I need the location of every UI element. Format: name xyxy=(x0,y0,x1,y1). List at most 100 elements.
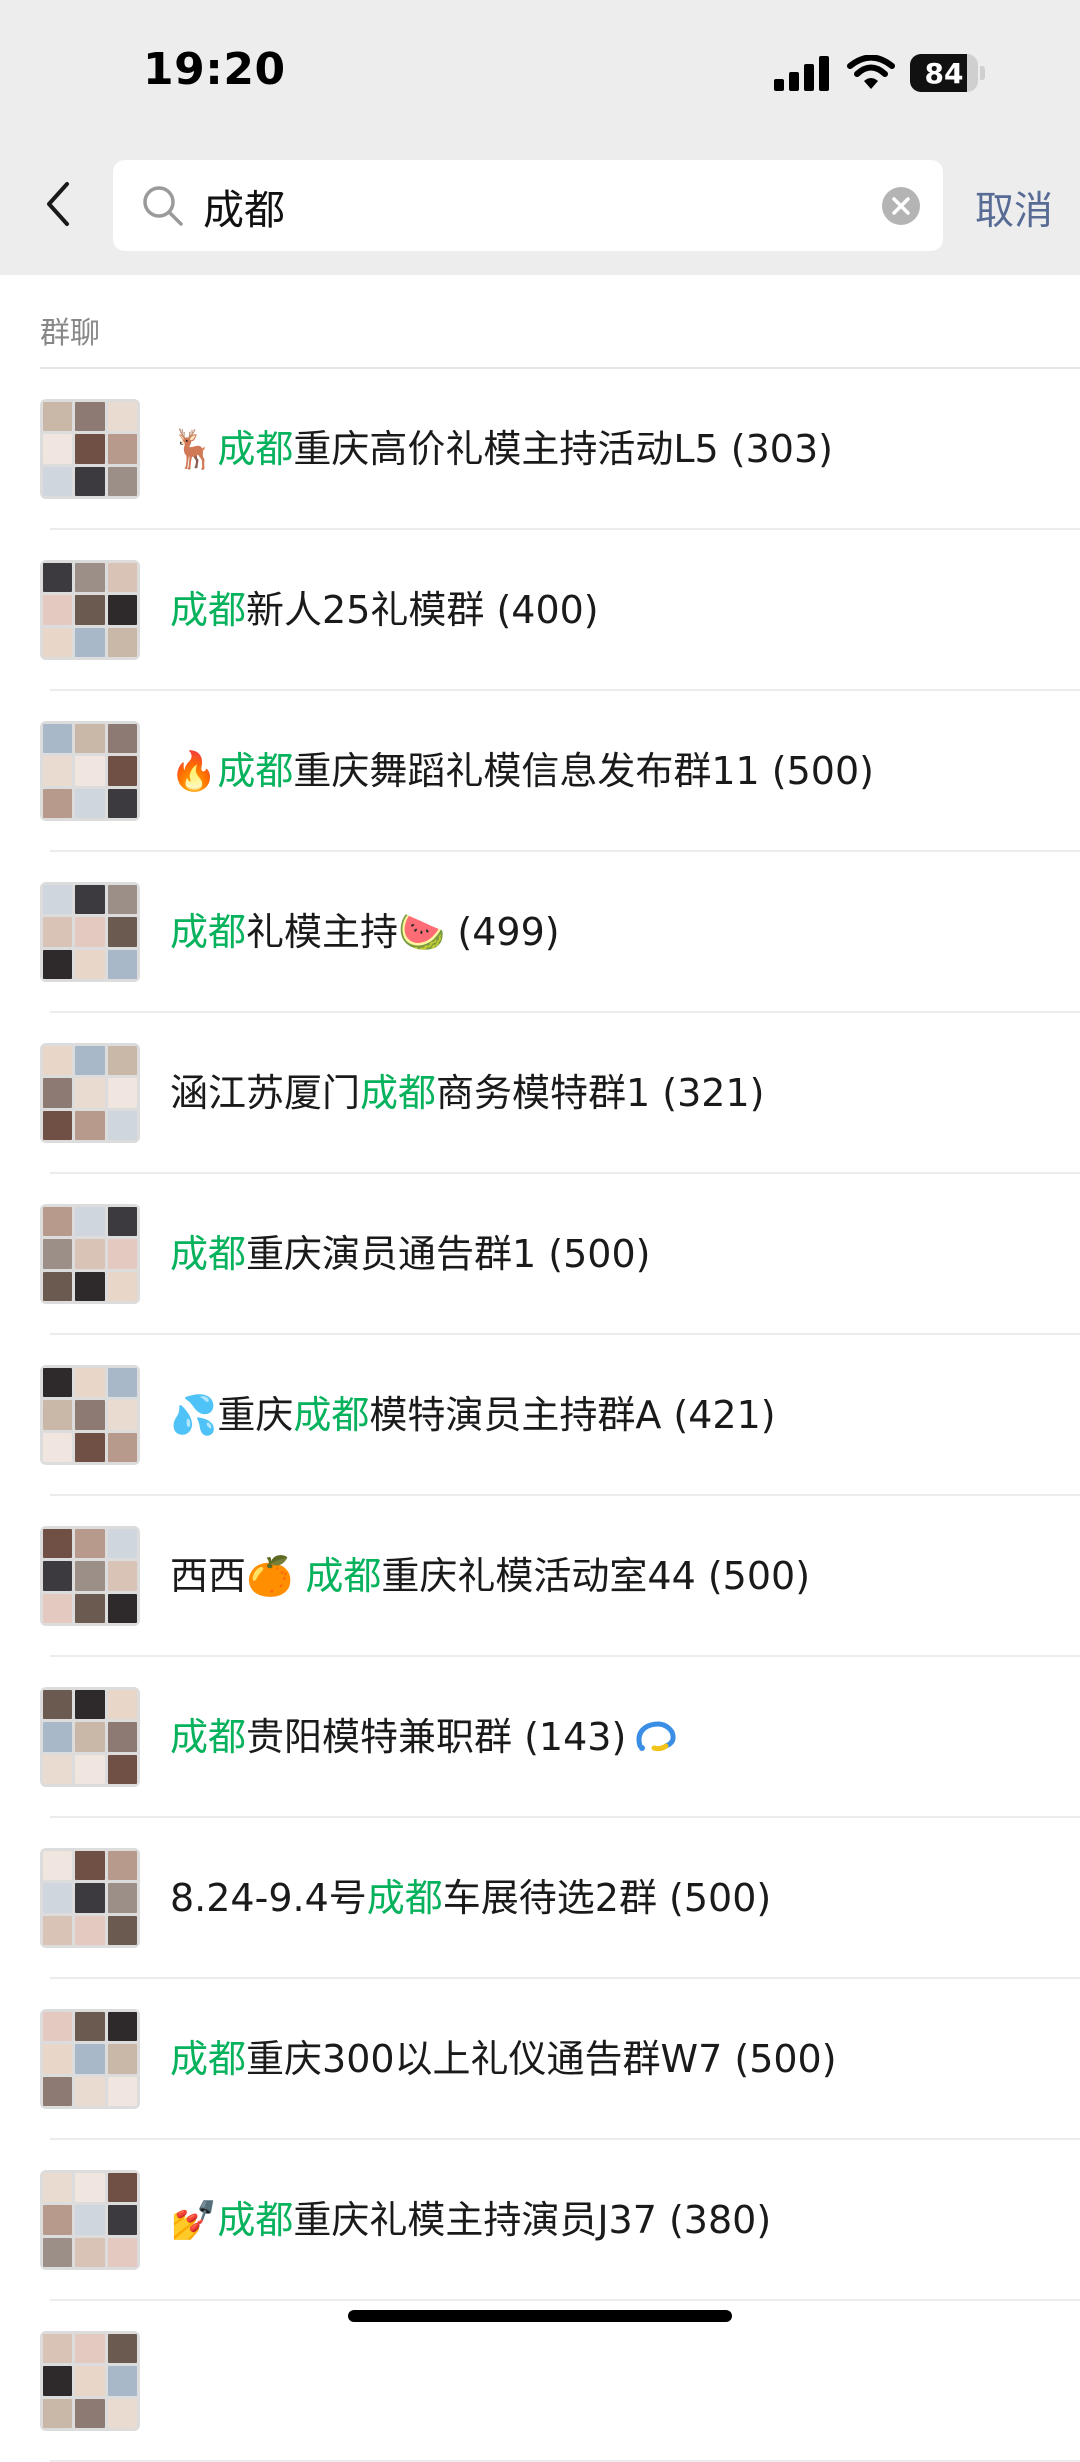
group-row[interactable]: 🦌成都重庆高价礼模主持活动L5 (303) xyxy=(0,369,1080,530)
group-title-suffix: 礼模主持🍉 (499) xyxy=(246,910,560,954)
avatar-tile xyxy=(75,1078,105,1108)
group-row[interactable]: 成都重庆演员通告群1 (500) xyxy=(0,1174,1080,1335)
avatar-tile xyxy=(107,2334,137,2364)
avatar-tile xyxy=(75,1207,105,1237)
avatar-tile xyxy=(107,1078,137,1108)
group-row[interactable]: 成都贵阳模特兼职群 (143) xyxy=(0,1657,1080,1818)
home-indicator[interactable] xyxy=(348,2310,732,2322)
avatar-tile xyxy=(107,917,137,947)
group-title: 成都新人25礼模群 (400) xyxy=(170,530,599,691)
avatar-tile xyxy=(75,756,105,786)
avatar-tile xyxy=(43,1883,73,1913)
avatar-tile xyxy=(43,1754,73,1784)
avatar-tile xyxy=(43,1207,73,1237)
group-row[interactable]: 💦重庆成都模特演员主持群A (421) xyxy=(0,1335,1080,1496)
group-title-highlight: 成都 xyxy=(217,427,294,471)
avatar-tile xyxy=(107,788,137,818)
group-avatar xyxy=(40,560,140,660)
avatar-tile xyxy=(107,1690,137,1720)
group-row[interactable]: 成都新人25礼模群 (400) xyxy=(0,530,1080,691)
avatar-tile xyxy=(75,434,105,464)
group-title-prefix: 🦌 xyxy=(170,427,218,471)
avatar-tile xyxy=(43,1239,73,1269)
avatar-tile xyxy=(75,1754,105,1784)
group-row[interactable] xyxy=(0,2301,1080,2462)
avatar-tile xyxy=(107,2044,137,2074)
group-row[interactable]: 💅成都重庆礼模主持演员J37 (380) xyxy=(0,2140,1080,2301)
avatar-tile xyxy=(43,2076,73,2106)
group-avatar xyxy=(40,882,140,982)
cancel-button[interactable]: 取消 xyxy=(975,180,1053,236)
group-title-highlight: 成都 xyxy=(360,1071,437,1115)
top-bar: 19:20 84 成都 取消 xyxy=(0,0,1080,275)
group-row[interactable]: 西西🍊 成都重庆礼模活动室44 (500) xyxy=(0,1496,1080,1657)
avatar-tile xyxy=(107,1851,137,1881)
avatar-tile xyxy=(43,1046,73,1076)
avatar-tile xyxy=(107,949,137,979)
avatar-tile xyxy=(43,917,73,947)
group-avatar xyxy=(40,1043,140,1143)
group-avatar xyxy=(40,1687,140,1787)
group-title: 8.24-9.4号成都车展待选2群 (500) xyxy=(170,1818,771,1979)
avatar-tile xyxy=(107,627,137,657)
clear-icon[interactable] xyxy=(881,186,921,226)
avatar-tile xyxy=(107,1368,137,1398)
group-title-suffix: 车展待选2群 (500) xyxy=(442,1876,772,1920)
avatar-tile xyxy=(75,2398,105,2428)
group-row[interactable]: 成都礼模主持🍉 (499) xyxy=(0,852,1080,1013)
avatar-tile xyxy=(43,1400,73,1430)
avatar-tile xyxy=(75,627,105,657)
group-row[interactable]: 成都重庆300以上礼仪通告群W7 (500) xyxy=(0,1979,1080,2140)
avatar-tile xyxy=(43,2012,73,2042)
group-row[interactable]: 🔥成都重庆舞蹈礼模信息发布群11 (500) xyxy=(0,691,1080,852)
group-title-suffix: 重庆礼模主持演员J37 (380) xyxy=(293,2198,772,2242)
avatar-tile xyxy=(75,595,105,625)
group-title-prefix: 涵江苏厦门 xyxy=(170,1071,361,1115)
avatar-tile xyxy=(75,1883,105,1913)
avatar-tile xyxy=(75,1432,105,1462)
group-title-suffix: 模特演员主持群A (421) xyxy=(369,1393,776,1437)
avatar-tile xyxy=(43,2334,73,2364)
avatar-tile xyxy=(43,2237,73,2267)
avatar-tile xyxy=(75,402,105,432)
avatar-tile xyxy=(43,563,73,593)
search-input[interactable] xyxy=(203,160,763,251)
back-button[interactable] xyxy=(36,172,80,236)
group-avatar xyxy=(40,399,140,499)
group-title: 成都礼模主持🍉 (499) xyxy=(170,852,560,1013)
avatar-tile xyxy=(43,1722,73,1752)
avatar-tile xyxy=(75,1271,105,1301)
group-title-prefix: 💦重庆 xyxy=(170,1393,294,1437)
avatar-tile xyxy=(107,466,137,496)
avatar-tile xyxy=(43,2044,73,2074)
avatar-tile xyxy=(43,1593,73,1623)
group-avatar xyxy=(40,1526,140,1626)
avatar-tile xyxy=(75,949,105,979)
group-avatar xyxy=(40,1204,140,1304)
section-title: 群聊 xyxy=(40,316,100,351)
group-row[interactable]: 8.24-9.4号成都车展待选2群 (500) xyxy=(0,1818,1080,1979)
avatar-tile xyxy=(107,724,137,754)
avatar-tile xyxy=(75,1851,105,1881)
avatar-tile xyxy=(43,595,73,625)
avatar-tile xyxy=(43,1851,73,1881)
avatar-tile xyxy=(75,917,105,947)
avatar-tile xyxy=(107,1561,137,1591)
group-title: 西西🍊 成都重庆礼模活动室44 (500) xyxy=(170,1496,810,1657)
avatar-tile xyxy=(75,1046,105,1076)
group-title-highlight: 成都 xyxy=(170,1232,247,1276)
group-row[interactable]: 涵江苏厦门成都商务模特群1 (321) xyxy=(0,1013,1080,1174)
avatar-tile xyxy=(43,1561,73,1591)
avatar-tile xyxy=(75,2205,105,2235)
group-title-suffix: 重庆高价礼模主持活动L5 (303) xyxy=(293,427,833,471)
group-title: 💦重庆成都模特演员主持群A (421) xyxy=(170,1335,776,1496)
avatar-tile xyxy=(75,2237,105,2267)
search-box[interactable] xyxy=(113,160,943,251)
avatar-tile xyxy=(107,434,137,464)
avatar-tile xyxy=(43,2205,73,2235)
group-title-highlight: 成都 xyxy=(170,2037,247,2081)
group-title: 成都重庆300以上礼仪通告群W7 (500) xyxy=(170,1979,837,2140)
group-title-suffix: 新人25礼模群 (400) xyxy=(246,588,599,632)
group-avatar xyxy=(40,721,140,821)
avatar-tile xyxy=(107,1207,137,1237)
